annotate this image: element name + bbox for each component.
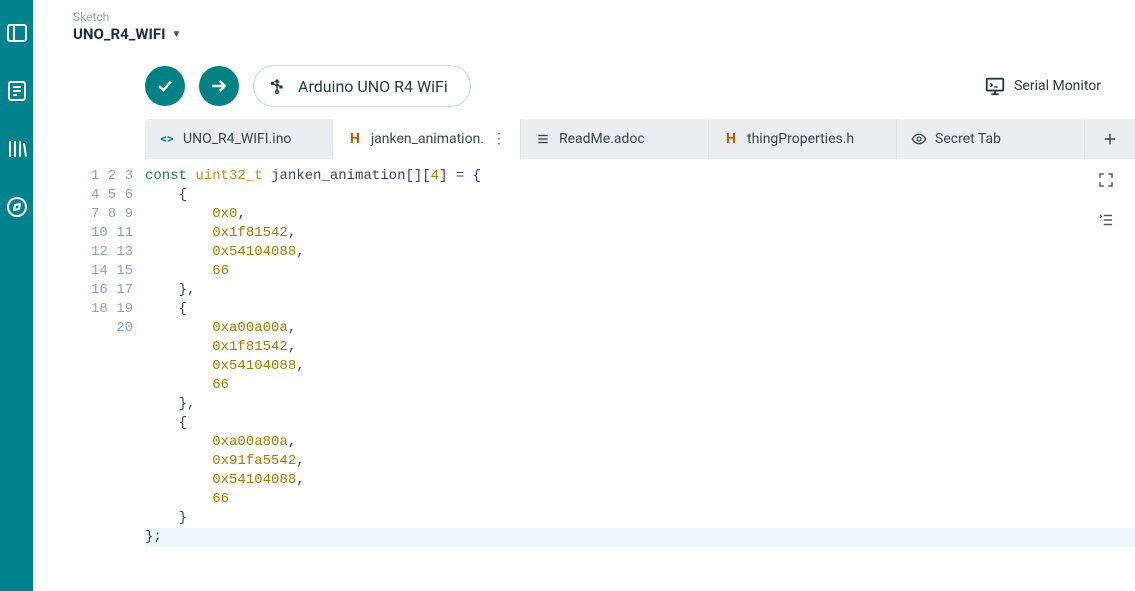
upload-button[interactable] xyxy=(199,66,239,106)
check-icon xyxy=(155,76,175,96)
tab-file-icon xyxy=(535,132,551,146)
tab-file-icon: <> xyxy=(159,132,175,147)
verify-button[interactable] xyxy=(145,66,185,106)
tab-file-icon xyxy=(911,131,927,147)
sketch-label: Sketch xyxy=(73,10,181,24)
arrow-right-icon xyxy=(209,76,229,96)
header: Sketch UNO_R4_WIFI ▼ xyxy=(33,0,1135,43)
monitor-icon xyxy=(984,75,1006,97)
add-tab-button[interactable] xyxy=(1085,119,1135,159)
left-sidebar xyxy=(0,0,33,591)
board-selector[interactable]: Arduino UNO R4 WiFi xyxy=(253,65,471,107)
file-tab[interactable]: Secret Tab xyxy=(897,119,1085,159)
board-name: Arduino UNO R4 WiFi xyxy=(298,77,448,96)
tab-more-icon[interactable]: ⋮ xyxy=(492,131,506,147)
editor-side-controls xyxy=(1095,169,1117,231)
tab-label: ReadMe.adoc xyxy=(559,131,645,147)
sidebar-toggle-icon[interactable] xyxy=(2,18,32,48)
tab-file-icon: H xyxy=(347,131,363,147)
toolbar: Arduino UNO R4 WiFi Serial Monitor xyxy=(33,43,1135,119)
code-area[interactable]: const uint32_t janken_animation[][4] = {… xyxy=(145,159,1135,591)
line-gutter: 1 2 3 4 5 6 7 8 9 10 11 12 13 14 15 16 1… xyxy=(79,159,145,591)
explore-icon[interactable] xyxy=(2,192,32,222)
serial-monitor-label: Serial Monitor xyxy=(1014,78,1101,94)
tab-label: janken_animation. xyxy=(371,131,484,147)
plus-icon xyxy=(1101,130,1119,148)
serial-monitor-button[interactable]: Serial Monitor xyxy=(984,75,1107,97)
expand-icon[interactable] xyxy=(1095,169,1117,191)
tab-bar: <> UNO_R4_WIFI.ino Hjanken_animation. ⋮ Read… xyxy=(145,119,1135,159)
app-root: Sketch UNO_R4_WIFI ▼ xyxy=(0,0,1135,591)
file-tab[interactable]: ReadMe.adoc xyxy=(521,119,709,159)
file-tab[interactable]: Hjanken_animation. ⋮ xyxy=(333,119,521,159)
sketch-name: UNO_R4_WIFI xyxy=(73,25,166,43)
chevron-down-icon: ▼ xyxy=(172,29,182,40)
usb-icon xyxy=(268,77,286,95)
file-tab[interactable]: HthingProperties.h xyxy=(709,119,897,159)
main-area: Sketch UNO_R4_WIFI ▼ xyxy=(33,0,1135,591)
sketch-selector[interactable]: Sketch UNO_R4_WIFI ▼ xyxy=(73,10,181,43)
sketchbook-icon[interactable] xyxy=(2,76,32,106)
editor[interactable]: 1 2 3 4 5 6 7 8 9 10 11 12 13 14 15 16 1… xyxy=(33,159,1135,591)
tab-label: UNO_R4_WIFI.ino xyxy=(183,131,291,147)
tab-file-icon: H xyxy=(723,131,739,147)
file-tab[interactable]: <> UNO_R4_WIFI.ino xyxy=(145,119,333,159)
toolbar-left: Arduino UNO R4 WiFi xyxy=(61,65,970,107)
tab-label: thingProperties.h xyxy=(747,131,854,147)
outline-icon[interactable] xyxy=(1095,209,1117,231)
tab-label: Secret Tab xyxy=(935,131,1001,147)
library-icon[interactable] xyxy=(2,134,32,164)
